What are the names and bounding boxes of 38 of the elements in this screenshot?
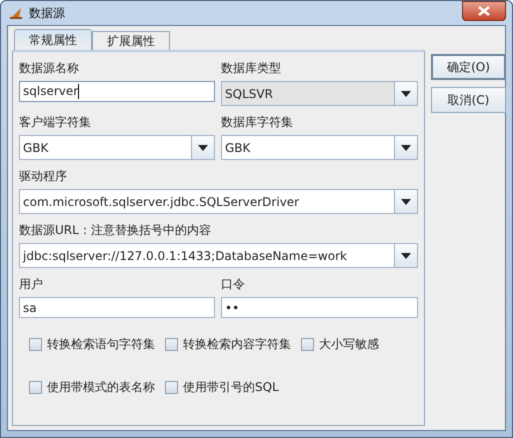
input-field[interactable]: sa [19,297,215,318]
checkbox[interactable] [165,381,178,394]
tab[interactable]: 常规属性 [14,29,92,50]
field-label: 客户端字符集 [19,114,92,131]
field-label: 口令 [221,276,246,293]
field-label: 用户 [19,276,44,293]
combo-box[interactable]: jdbc:sqlserver://127.0.0.1:1433;DatabaseName=work [19,243,418,268]
dialog-button[interactable]: 确定(O) [431,54,506,80]
dropdown-arrow-icon [401,144,411,150]
checkbox-label: 使用带模式的表名称 [47,379,155,396]
field-label: 驱动程序 [19,168,68,185]
dropdown-arrow-icon [198,144,208,150]
field-label: 数据库类型 [221,60,282,77]
input-field[interactable]: sqlserver [19,81,215,102]
dropdown-arrow-icon [401,90,411,96]
checkbox[interactable] [165,338,178,351]
checkbox-label: 使用带引号的SQL [183,379,279,396]
combo-box[interactable]: GBK [19,135,215,160]
password-field[interactable]: •• [221,297,418,318]
checkbox[interactable] [301,338,314,351]
tab[interactable]: 扩展属性 [92,31,170,50]
checkbox[interactable] [29,381,42,394]
dropdown-arrow-icon [401,252,411,258]
combo-box[interactable]: GBK [221,135,418,160]
checkbox-label: 大小写敏感 [319,336,379,353]
window-title: 数据源 [29,4,65,22]
close-button[interactable] [462,1,506,21]
checkbox-label: 转换检索内容字符集 [183,336,291,353]
checkbox-label: 转换检索语句字符集 [47,336,155,353]
dialog-button[interactable]: 取消(C) [431,87,506,113]
combo-box[interactable]: com.microsoft.sqlserver.jdbc.SQLServerDriver [19,189,418,214]
app-icon [9,6,23,20]
field-label: 数据源名称 [19,60,80,77]
field-label: 数据库字符集 [221,114,294,131]
close-icon [478,6,490,16]
checkbox[interactable] [29,338,42,351]
dropdown-arrow-icon [401,198,411,204]
field-label: 数据源URL：注意替换括号中的内容 [19,222,212,239]
